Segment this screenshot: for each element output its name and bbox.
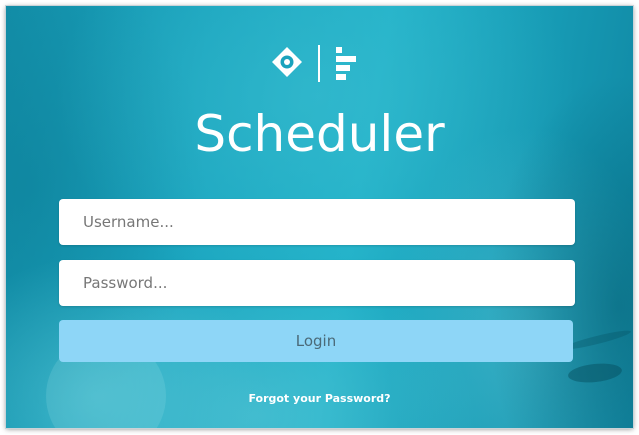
app-logo — [272, 45, 356, 82]
login-panel: Scheduler Login Forgot your Password? — [6, 6, 633, 428]
login-window: Scheduler Login Forgot your Password? — [6, 6, 633, 428]
password-input[interactable] — [59, 260, 575, 306]
app-title: Scheduler — [194, 105, 445, 163]
diamond-target-icon — [272, 47, 302, 77]
login-button[interactable]: Login — [59, 320, 573, 362]
logo-divider — [318, 45, 320, 82]
forgot-password-link[interactable]: Forgot your Password? — [6, 392, 633, 405]
gantt-bars-icon — [336, 47, 356, 80]
username-input[interactable] — [59, 199, 575, 245]
